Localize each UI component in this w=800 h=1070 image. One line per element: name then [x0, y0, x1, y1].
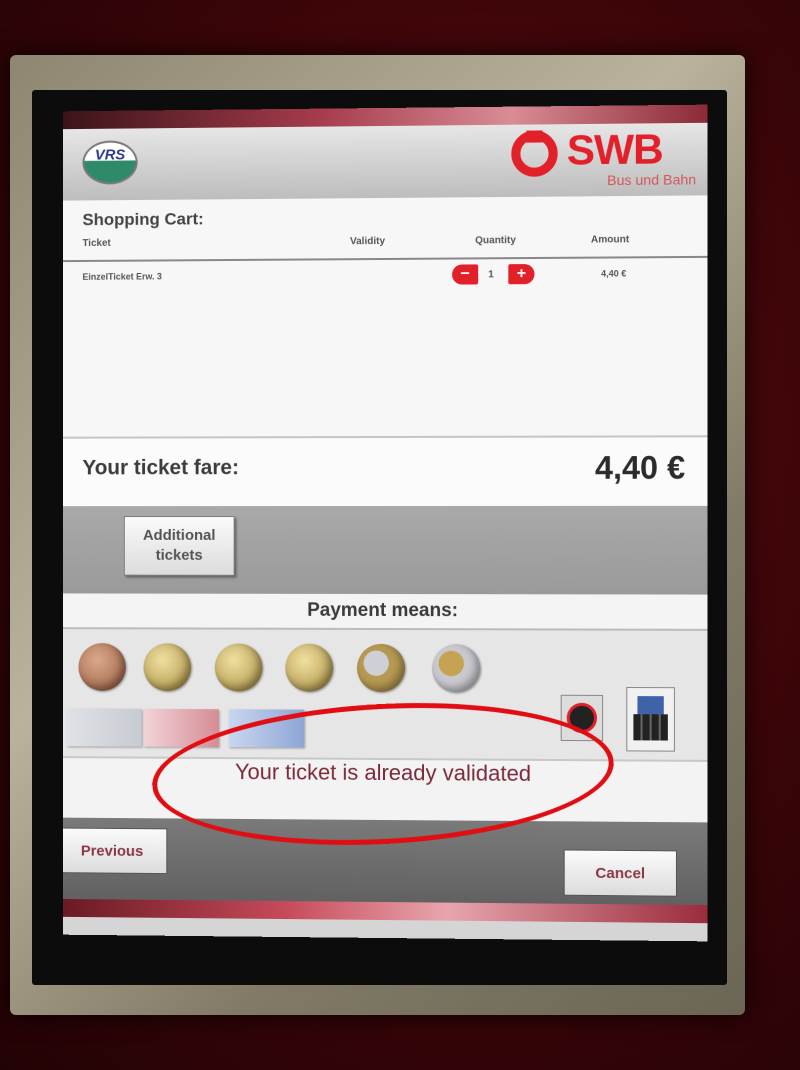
previous-button[interactable]: Previous	[63, 828, 168, 875]
swb-ring-icon	[511, 130, 557, 177]
swb-logo-word: SWB	[567, 125, 663, 174]
table-row: EinzelTicket Erw. 3 − 1 + 4,40 €	[63, 258, 708, 296]
cancel-button[interactable]: Cancel	[564, 849, 677, 896]
column-amount: Amount	[591, 234, 629, 245]
quantity-increase-button[interactable]: +	[508, 264, 534, 284]
header: VRS SWB Bus und Bahn	[63, 123, 708, 201]
vrs-logo: VRS	[82, 140, 137, 184]
coin-2eur-icon	[432, 644, 480, 692]
card-image-icon	[637, 696, 663, 714]
shopping-cart: Shopping Cart: Ticket Validity Quantity …	[63, 195, 708, 436]
column-quantity: Quantity	[475, 235, 516, 246]
geldkarte-icon	[626, 687, 675, 752]
quantity-decrease-button[interactable]: −	[452, 264, 478, 284]
ticket-name: EinzelTicket Erw. 3	[82, 271, 161, 281]
card-slots-icon	[633, 714, 667, 740]
quantity-value: 1	[488, 269, 494, 280]
column-ticket: Ticket	[82, 238, 110, 249]
banknote-5-icon	[67, 709, 142, 747]
fare-label: Your ticket fare:	[82, 456, 238, 480]
options-band: Additional tickets	[63, 506, 708, 595]
column-validity: Validity	[350, 236, 385, 247]
cart-title: Shopping Cart:	[63, 195, 708, 230]
cart-header-row: Ticket Validity Quantity Amount	[63, 226, 708, 262]
payment-means-title: Payment means:	[63, 593, 708, 630]
coin-1eur-icon	[357, 644, 405, 692]
fare-amount: 4,40 €	[595, 449, 685, 486]
coin-50c-icon	[215, 643, 263, 691]
ticket-amount: 4,40 €	[601, 268, 626, 278]
swb-subtitle: Bus und Bahn	[607, 171, 696, 188]
coin-20c-icon	[144, 643, 191, 691]
coin-50c-2-icon	[285, 644, 333, 692]
additional-tickets-button[interactable]: Additional tickets	[124, 516, 235, 576]
swb-logo: SWB Bus und Bahn	[511, 129, 703, 191]
fare-bar: Your ticket fare: 4,40 €	[63, 435, 708, 506]
coin-10c-icon	[79, 643, 126, 691]
